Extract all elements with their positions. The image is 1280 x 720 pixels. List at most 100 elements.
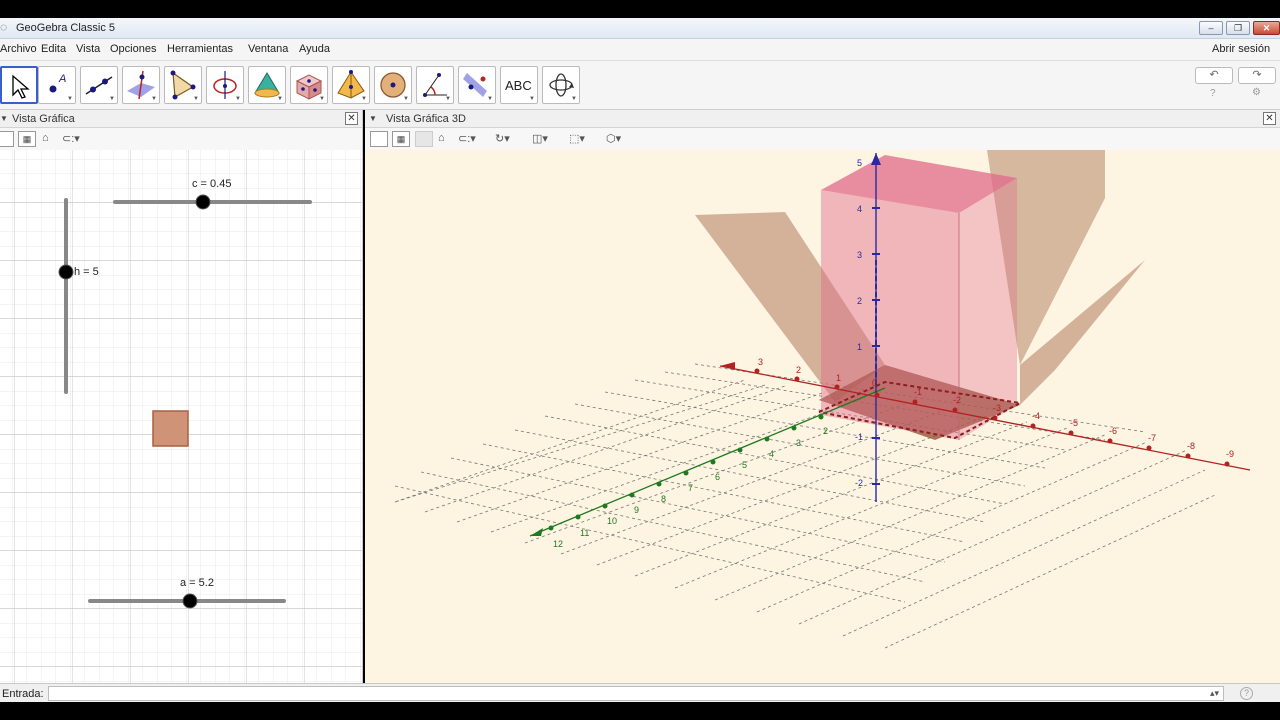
z-tick-label: 5: [857, 158, 862, 168]
y-tick-label: -6: [1109, 426, 1117, 436]
slider-h-knob[interactable]: [58, 264, 74, 280]
settings-gear-icon[interactable]: ⚙: [1252, 87, 1261, 98]
x-tick-label: 5: [742, 460, 747, 470]
screen-border-bottom: [0, 702, 1280, 720]
toggle-grid-button[interactable]: ▦: [18, 131, 36, 147]
close-button[interactable]: ✕: [1253, 21, 1280, 35]
input-bar-label: Entrada:: [2, 688, 44, 700]
dice-tool-button[interactable]: ▼: [290, 66, 328, 104]
z-tick-label: 3: [857, 250, 862, 260]
close-view-icon[interactable]: ✕: [345, 112, 358, 125]
reflect-tool-button[interactable]: ▼: [458, 66, 496, 104]
toggle-axes-button[interactable]: [0, 131, 14, 147]
y-tick-label: 0: [872, 378, 877, 388]
point-capture-icon[interactable]: ⊂:▾: [62, 132, 80, 145]
x-tick-label: 9: [634, 505, 639, 515]
menu-archivo[interactable]: Archivo: [0, 43, 37, 55]
x-tick-label: 2: [823, 426, 828, 436]
y-tick-label: -2: [953, 395, 961, 405]
screen-border-top: [0, 0, 1280, 18]
home-3d-icon[interactable]: ⌂: [438, 132, 445, 144]
menu-opciones[interactable]: Opciones: [110, 43, 156, 55]
angle-tool-button[interactable]: ▼: [416, 66, 454, 104]
z-tick-label: 2: [857, 296, 862, 306]
minimize-button[interactable]: –: [1199, 21, 1223, 35]
graphics-view-2d: ▼ Vista Gráfica ✕ ▦ ⌂ ⊂:▾ c = 0.45 h = 5: [0, 110, 363, 683]
base-square-polygon[interactable]: [152, 410, 189, 447]
input-help-icon[interactable]: ?: [1240, 687, 1253, 700]
collapse-3d-arrow-icon[interactable]: ▼: [369, 114, 377, 123]
y-tick-label: -9: [1226, 449, 1234, 459]
pyramid-tool-button[interactable]: ▼: [332, 66, 370, 104]
toolbar: A ▼ ▼ ▼ ▼ ▼ ▼ ▼ ▼ ▼ ▼ ▼ ABC ▼ ▼ ↶ ↷ ? ⚙: [0, 61, 1280, 110]
collapse-arrow-icon[interactable]: ▼: [0, 114, 8, 123]
polygon-tool-button[interactable]: ▼: [164, 66, 202, 104]
x-tick-label: 3: [796, 438, 801, 448]
slider-c-knob[interactable]: [195, 194, 211, 210]
x-tick-label: 6: [715, 472, 720, 482]
text-tool-button[interactable]: ABC ▼: [500, 66, 538, 104]
input-bar-field[interactable]: ▴▾: [48, 686, 1224, 701]
toggle-3d-grid-button[interactable]: ▦: [392, 131, 410, 147]
graphics-canvas-2d[interactable]: c = 0.45 h = 5 a = 5.2: [0, 150, 362, 683]
svg-text:ABC: ABC: [505, 78, 532, 93]
cone-tool-button[interactable]: ▼: [248, 66, 286, 104]
input-history-spinner-icon[interactable]: ▴▾: [1210, 688, 1219, 699]
y-tick-label: 1: [836, 373, 841, 383]
close-3d-view-icon[interactable]: ✕: [1263, 112, 1276, 125]
graphics-canvas-3d[interactable]: 12 11 10 9 8 7 6 5 4 3 2 3 2 1 0 -1 -2 -…: [365, 150, 1280, 683]
y-tick-label: -4: [1032, 411, 1040, 421]
help-icon[interactable]: ?: [1210, 88, 1216, 99]
z-tick-label: 1: [857, 342, 862, 352]
graphics-3d-header: ▼ Vista Gráfica 3D ✕: [365, 110, 1280, 128]
graphics-3d-title: Vista Gráfica 3D: [386, 113, 466, 125]
projection-icon[interactable]: ⬡▾: [606, 132, 621, 145]
slider-a-knob[interactable]: [182, 593, 198, 609]
clipping-icon[interactable]: ⬚▾: [569, 132, 585, 145]
menu-bar: Archivo Edita Vista Opciones Herramienta…: [0, 39, 1280, 61]
circle-tool-button[interactable]: ▼: [206, 66, 244, 104]
toggle-3d-axes-button[interactable]: [370, 131, 388, 147]
y-tick-label: -1: [914, 387, 922, 397]
y-tick-label: -3: [993, 403, 1001, 413]
undo-button[interactable]: ↶: [1195, 67, 1233, 84]
graphics-view-title: Vista Gráfica: [12, 113, 75, 125]
y-tick-label: -8: [1187, 441, 1195, 451]
slider-h-label: h = 5: [74, 266, 99, 278]
home-icon[interactable]: ⌂: [42, 132, 49, 144]
z-tick-label: -2: [855, 478, 863, 488]
y-tick-label: 2: [796, 365, 801, 375]
redo-button[interactable]: ↷: [1238, 67, 1276, 84]
y-tick-label: -7: [1148, 433, 1156, 443]
y-tick-label: -5: [1070, 418, 1078, 428]
rotate-view-tool-button[interactable]: ▼: [542, 66, 580, 104]
point-tool-button[interactable]: A ▼: [38, 66, 76, 104]
graphics-view-header: ▼ Vista Gráfica ✕: [0, 110, 362, 128]
geogebra-app-icon: ◌: [0, 20, 8, 34]
point-capture-3d-icon[interactable]: ⊂:▾: [458, 132, 476, 145]
cursor-arrow-icon: [12, 74, 30, 99]
rotate-animation-icon[interactable]: ↻▾: [495, 132, 510, 145]
menu-edita[interactable]: Edita: [41, 43, 66, 55]
move-tool-button[interactable]: [0, 66, 38, 104]
perpendicular-tool-button[interactable]: ▼: [122, 66, 160, 104]
maximize-button[interactable]: ❐: [1226, 21, 1250, 35]
x-tick-label: 8: [661, 494, 666, 504]
x-tick-label: 11: [580, 528, 589, 538]
x-tick-label: 12: [553, 539, 563, 549]
view-direction-icon[interactable]: ◫▾: [532, 132, 548, 145]
x-axis: [529, 387, 886, 537]
toggle-plane-button[interactable]: [415, 131, 433, 147]
menu-vista[interactable]: Vista: [76, 43, 100, 55]
menu-herramientas[interactable]: Herramientas: [167, 43, 233, 55]
menu-ayuda[interactable]: Ayuda: [299, 43, 330, 55]
signin-link[interactable]: Abrir sesión: [1212, 43, 1270, 55]
window-title: GeoGebra Classic 5: [16, 22, 116, 34]
menu-ventana[interactable]: Ventana: [248, 43, 288, 55]
x-tick-label: 4: [769, 449, 774, 459]
graphics-3d-stylebar: ▦ ⌂ ⊂:▾ ↻▾ ◫▾ ⬚▾ ⬡▾: [365, 128, 1280, 150]
z-tick-label: 4: [857, 204, 862, 214]
sphere-tool-button[interactable]: ▼: [374, 66, 412, 104]
graphics-stylebar: ▦ ⌂ ⊂:▾: [0, 128, 362, 150]
line-tool-button[interactable]: ▼: [80, 66, 118, 104]
